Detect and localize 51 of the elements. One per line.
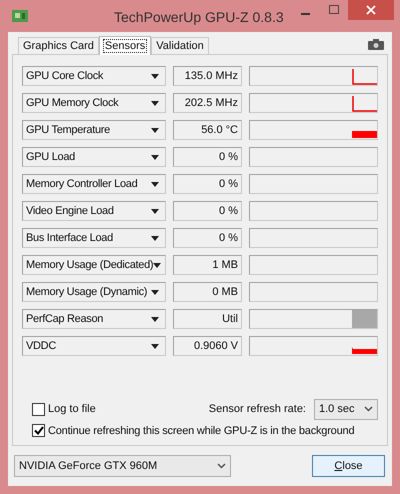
sensor-value: 0 % [173, 201, 242, 221]
sensor-value: Util [173, 309, 242, 329]
caret-icon [151, 236, 159, 240]
sensor-value: 135.0 MHz [173, 66, 242, 86]
checkbox[interactable] [32, 402, 45, 416]
sensor-dropdown[interactable]: GPU Load [22, 147, 166, 167]
close-icon [366, 5, 376, 15]
sensor-value: 0.9060 V [173, 336, 242, 356]
sensor-dropdown[interactable]: Video Engine Load [22, 201, 166, 221]
caret-icon [151, 316, 159, 322]
sensor-dropdown[interactable]: Memory Usage (Dedicated) [22, 255, 166, 275]
caret-icon [151, 128, 159, 132]
caret-icon [151, 182, 159, 186]
gpu-dropdown[interactable]: NVIDIA GeForce GTX 960M [14, 455, 231, 477]
sensor-value: 1 MB [173, 255, 242, 275]
sensor-dropdown[interactable]: PerfCap Reason [22, 309, 166, 329]
close-button[interactable]: Close [312, 455, 385, 477]
caret-icon [151, 208, 159, 214]
sensor-dropdown[interactable]: Memory Usage (Dynamic) [22, 282, 166, 302]
sensor-value: 0 % [173, 174, 242, 194]
sensor-value: 0 MB [173, 282, 242, 302]
camera-icon[interactable] [368, 39, 384, 50]
app-icon [12, 10, 28, 22]
sensor-value: 202.5 MHz [173, 93, 242, 113]
checkbox-label: Continue refreshing this screen while GPU-Z is in the background [48, 424, 354, 438]
sensor-dropdown[interactable]: GPU Memory Clock [22, 93, 166, 113]
checkbox-label: Log to file [48, 402, 96, 417]
sensor-dropdown[interactable]: GPU Core Clock [22, 66, 166, 86]
caret-icon [151, 74, 159, 78]
refresh-rate-dropdown[interactable]: 1.0 sec [314, 398, 378, 420]
caret-icon [151, 154, 159, 160]
sensor-dropdown[interactable]: Memory Controller Load [22, 174, 166, 194]
window-title: TechPowerUp GPU-Z 0.8.3 [114, 8, 284, 27]
sensor-dropdown[interactable]: VDDC [22, 336, 166, 356]
sensor-dropdown[interactable]: GPU Temperature [22, 120, 166, 140]
checkbox[interactable] [32, 424, 45, 438]
sensor-value: 0 % [173, 147, 242, 167]
close-window-button[interactable] [348, 0, 394, 20]
caret-icon [153, 262, 162, 268]
chevron-icon [217, 463, 226, 469]
tab[interactable]: Sensors [98, 36, 152, 55]
refresh-rate-label: Sensor refresh rate: [208, 402, 306, 417]
tab[interactable]: Graphics Card [18, 37, 99, 54]
sensor-dropdown[interactable]: Bus Interface Load [22, 228, 166, 248]
caret-icon [151, 100, 159, 106]
caret-icon [151, 344, 159, 348]
sensor-value: 56.0 °C [173, 120, 242, 140]
caret-icon [151, 290, 159, 294]
chevron-icon [364, 406, 373, 412]
tab[interactable]: Validation [151, 37, 209, 54]
sensor-value: 0 % [173, 228, 242, 248]
